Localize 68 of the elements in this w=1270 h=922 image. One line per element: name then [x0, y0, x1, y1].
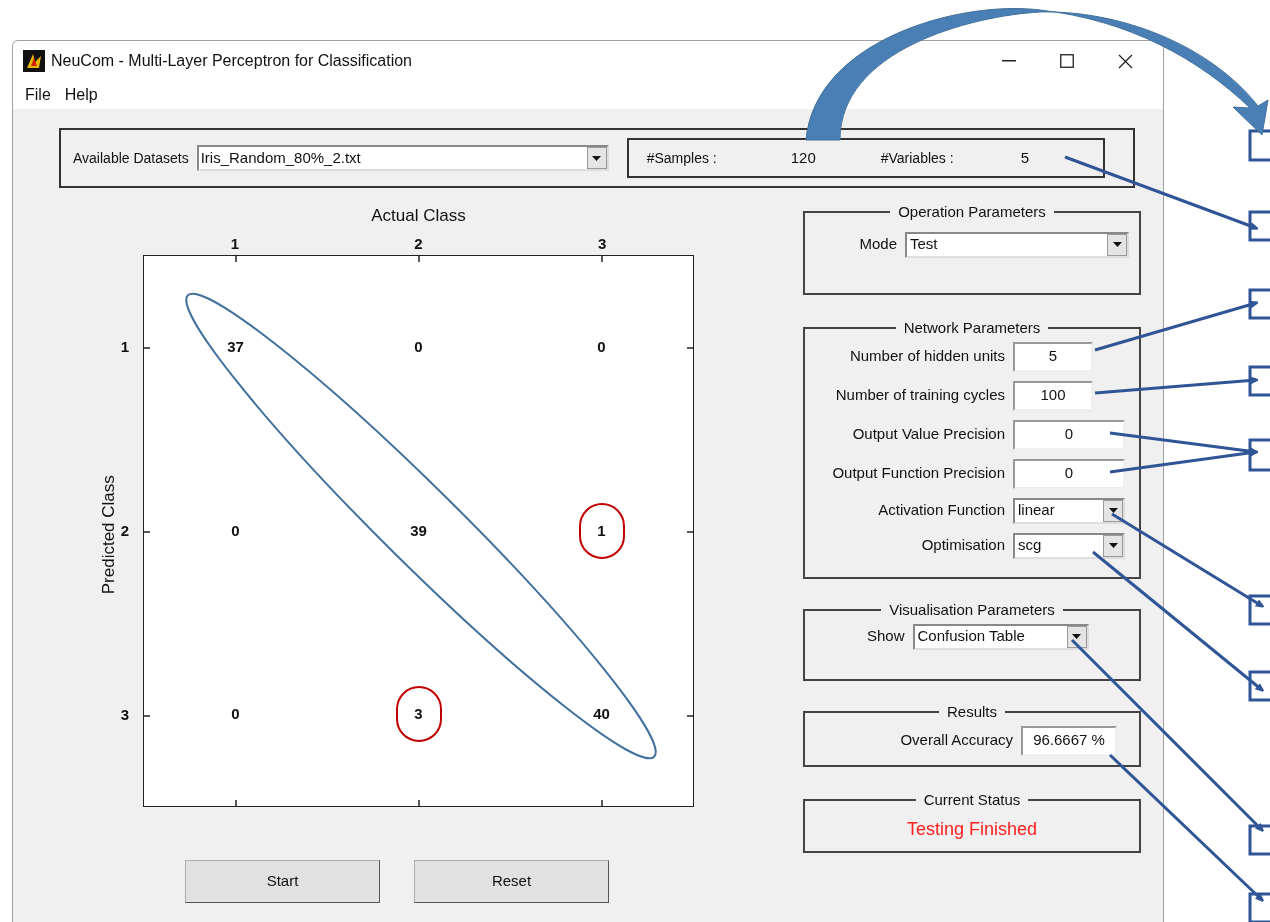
dropdown-arrow-icon: [1072, 634, 1082, 639]
callout-box: [1248, 288, 1270, 320]
callout-box: [1248, 129, 1270, 162]
matrix-cell-text: 39: [409, 520, 428, 541]
action-button[interactable]: Start: [185, 860, 380, 903]
matrix-cell-text: 0: [230, 520, 241, 541]
menu-item[interactable]: File: [23, 83, 53, 107]
axis-title: Actual Class: [370, 205, 467, 227]
callout-box: [1248, 438, 1270, 472]
field-label: Show: [867, 626, 905, 647]
status-text: Testing Finished: [906, 817, 1038, 841]
column-label: 2: [414, 234, 423, 254]
field-label: Number of hidden units: [848, 346, 1005, 367]
column-label: 3: [598, 234, 607, 254]
window-title: NeuCom - Multi-Layer Perceptron for Classification: [51, 51, 412, 71]
field-label: Output Value Precision: [851, 424, 1005, 445]
field-label: Overall Accuracy: [900, 730, 1013, 751]
field-label: Output Function Precision: [831, 463, 1005, 484]
variables-value: 5: [1020, 147, 1030, 168]
samples-label: #Samples :: [646, 148, 718, 168]
dataset-dropdown[interactable]: Iris_Random_80%_2.txt: [196, 145, 609, 171]
menu-item[interactable]: Help: [62, 83, 100, 107]
samples-value: 120: [790, 147, 817, 168]
callout-box: [1248, 892, 1270, 922]
callout-box: [1248, 210, 1270, 242]
dropdown-arrow-icon: [592, 155, 602, 161]
callout-box: [1248, 824, 1270, 856]
matrix-cell-text: 40: [592, 704, 611, 725]
field-label: Number of training cycles: [834, 385, 1005, 406]
matrix-cell-text: 0: [230, 704, 241, 725]
input-field[interactable]: 5: [1013, 341, 1093, 372]
input-field[interactable]: 0: [1013, 419, 1125, 450]
close-icon[interactable]: [1118, 53, 1133, 69]
field-label: Activation Function: [877, 500, 1005, 521]
input-field[interactable]: 0: [1013, 458, 1125, 489]
input-field[interactable]: 96.6667 %: [1021, 725, 1117, 756]
app-logo-icon: [23, 50, 45, 72]
dropdown-field[interactable]: scg: [1013, 532, 1125, 559]
circled-cell-value: 3: [395, 686, 442, 743]
panel-title: Results: [946, 702, 998, 722]
column-label: 1: [230, 234, 239, 254]
variables-label: #Variables :: [880, 148, 955, 168]
circled-cell-value: 1: [578, 503, 625, 559]
dropdown-field[interactable]: Confusion Table: [912, 623, 1089, 650]
panel-title: Network Parameters: [902, 318, 1042, 338]
dropdown-arrow-icon: [1108, 508, 1118, 513]
dropdown-arrow-icon: [1112, 242, 1122, 247]
panel-title: Visualisation Parameters: [888, 600, 1056, 620]
row-label: 3: [120, 704, 129, 725]
matrix-cell-text: 0: [413, 337, 424, 358]
field-label: Mode: [859, 234, 897, 255]
axis-title: Predicted Class: [98, 474, 120, 597]
dataset-label: Available Datasets: [73, 148, 189, 168]
row-label: 2: [120, 520, 129, 541]
maximize-icon[interactable]: [1060, 54, 1074, 68]
matrix-cell-text: 0: [596, 337, 607, 358]
dropdown-field[interactable]: linear: [1013, 497, 1125, 524]
minimize-icon[interactable]: [1002, 60, 1016, 62]
callout-box: [1248, 365, 1270, 397]
field-label: Optimisation: [920, 535, 1005, 556]
dropdown-field[interactable]: Test: [905, 231, 1129, 258]
action-button[interactable]: Reset: [414, 860, 609, 903]
panel-title: Operation Parameters: [897, 202, 1047, 222]
row-label: 1: [120, 336, 129, 357]
dropdown-arrow-icon: [1108, 543, 1118, 548]
matrix-cell-text: 37: [226, 337, 245, 358]
panel-title: Current Status: [922, 790, 1022, 810]
input-field[interactable]: 100: [1013, 380, 1093, 411]
